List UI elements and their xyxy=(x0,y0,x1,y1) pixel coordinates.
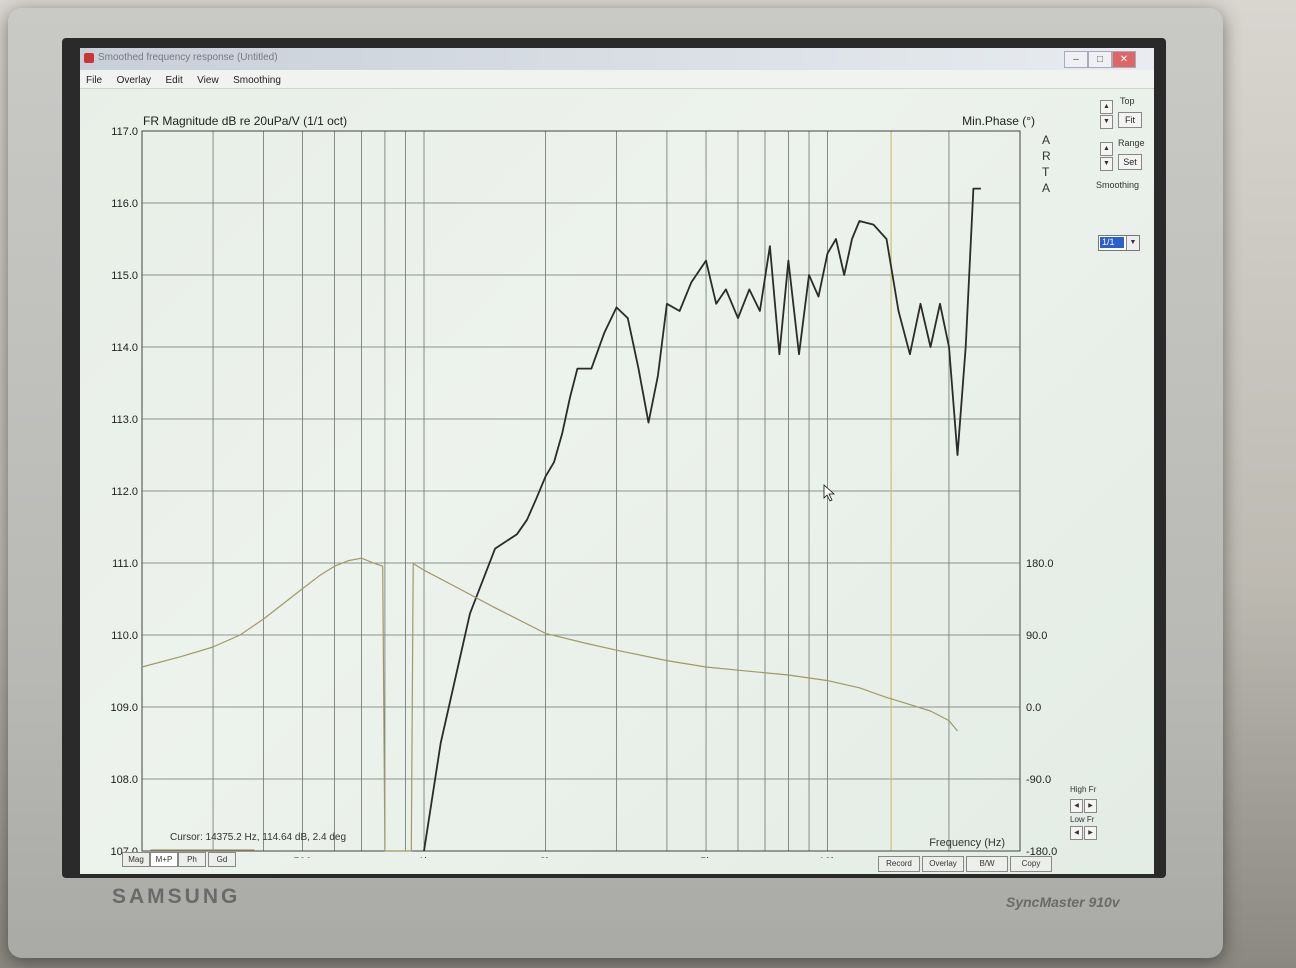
copy-button[interactable]: Copy xyxy=(1010,856,1052,872)
magnitude-series-line xyxy=(423,187,981,852)
phase-tick-label: 0.0 xyxy=(1026,702,1041,714)
tab-gd[interactable]: Gd xyxy=(208,852,236,867)
menu-overlay[interactable]: Overlay xyxy=(111,72,155,86)
mouse-pointer-icon xyxy=(823,484,836,502)
frequency-response-chart[interactable]: 117.0 116.0 115.0 114.0 113.0 112.0 111.0 110.0… xyxy=(80,88,1090,868)
high-fr-label: High Fr xyxy=(1070,785,1097,794)
phase-tick-labels: 180.090.00.0-90.0-180.0 xyxy=(1026,558,1057,858)
cursor-readout: Cursor: 14375.2 Hz, 114.64 dB, 2.4 deg xyxy=(170,832,346,843)
arta-watermark-r: R xyxy=(1042,149,1051,163)
tab-ph[interactable]: Ph xyxy=(178,852,206,867)
low-fr-right-arrow[interactable]: ▶ xyxy=(1084,826,1097,840)
menu-file[interactable]: File xyxy=(80,72,106,86)
menu-smoothing[interactable]: Smoothing xyxy=(227,72,285,86)
bottom-bar: Mag M+P Ph Gd Record Overlay B/W Copy xyxy=(80,848,1154,874)
tab-m-plus-p[interactable]: M+P xyxy=(150,852,178,867)
phase-axis-title: Min.Phase (°) xyxy=(962,114,1035,128)
magnitude-axis-title: FR Magnitude dB re 20uPa/V (1/1 oct) xyxy=(143,114,347,128)
magnitude-tick-label: 116.0 xyxy=(111,198,138,210)
low-fr-left-arrow[interactable]: ◀ xyxy=(1070,826,1083,840)
high-fr-left-arrow[interactable]: ◀ xyxy=(1070,799,1083,813)
monitor-model: SyncMaster 910v xyxy=(1006,894,1120,910)
app-window: Smoothed frequency response (Untitled) –… xyxy=(80,48,1154,874)
phase-series-line xyxy=(141,557,958,852)
menu-edit[interactable]: Edit xyxy=(159,72,186,86)
record-button[interactable]: Record xyxy=(878,856,920,872)
high-fr-right-arrow[interactable]: ▶ xyxy=(1084,799,1097,813)
smoothing-value: 1/1 xyxy=(1100,237,1124,248)
bw-button[interactable]: B/W xyxy=(966,856,1008,872)
magnitude-tick-label: 111.0 xyxy=(112,558,138,570)
series-group xyxy=(141,187,981,852)
menu-bar: File Overlay Edit View Smoothing xyxy=(80,70,1154,89)
magnitude-tick-label: 110.0 xyxy=(111,630,138,642)
set-button[interactable]: Set xyxy=(1118,154,1142,170)
phase-tick-label: 180.0 xyxy=(1026,558,1054,570)
title-bar: Smoothed frequency response (Untitled) –… xyxy=(80,48,1154,71)
phase-tick-label: -90.0 xyxy=(1026,774,1051,786)
arta-watermark-t: T xyxy=(1042,165,1050,179)
magnitude-tick-label: 109.0 xyxy=(110,702,138,714)
magnitude-tick-label: 108.0 xyxy=(110,774,138,786)
chevron-down-icon[interactable]: ▼ xyxy=(1126,236,1139,250)
minimize-button[interactable]: – xyxy=(1064,51,1088,68)
magnitude-tick-label: 117.0 xyxy=(111,126,138,138)
grid xyxy=(142,130,1020,852)
magnitude-tick-label: 113.0 xyxy=(111,414,138,426)
magnitude-tick-labels: 117.0 116.0 115.0 114.0 113.0 112.0 111.0 110.0… xyxy=(110,126,138,858)
range-up-arrow[interactable]: ▲ xyxy=(1100,142,1113,156)
magnitude-tick-label: 112.0 xyxy=(111,486,138,498)
arta-watermark-a2: A xyxy=(1042,181,1050,195)
magnitude-tick-label: 115.0 xyxy=(111,270,138,282)
menu-view[interactable]: View xyxy=(191,72,223,86)
phase-tick-label: 90.0 xyxy=(1026,630,1047,642)
overlay-button[interactable]: Overlay xyxy=(922,856,964,872)
magnitude-tick-label: 114.0 xyxy=(111,342,138,354)
tab-mag[interactable]: Mag xyxy=(122,852,150,867)
control-panel: ▲ ▼ Top Fit ▲ ▼ Range Set Smoothing 1/1 … xyxy=(1070,88,1154,874)
fit-button[interactable]: Fit xyxy=(1118,112,1142,128)
maximize-button[interactable]: □ xyxy=(1088,51,1112,68)
close-button[interactable]: ✕ xyxy=(1112,51,1136,68)
top-down-arrow[interactable]: ▼ xyxy=(1100,115,1113,129)
window-title: Smoothed frequency response (Untitled) xyxy=(98,52,278,63)
top-up-arrow[interactable]: ▲ xyxy=(1100,100,1113,114)
low-fr-label: Low Fr xyxy=(1070,815,1095,824)
app-icon xyxy=(84,53,94,63)
range-down-arrow[interactable]: ▼ xyxy=(1100,157,1113,171)
smoothing-label: Smoothing xyxy=(1096,180,1140,190)
range-label: Range xyxy=(1118,138,1145,148)
top-label: Top xyxy=(1120,96,1135,106)
plot-area[interactable]: 117.0 116.0 115.0 114.0 113.0 112.0 111.0 110.0… xyxy=(80,88,1090,868)
monitor-brand: SAMSUNG xyxy=(112,885,241,908)
arta-watermark-a1: A xyxy=(1042,133,1050,147)
smoothing-select[interactable]: 1/1 ▼ xyxy=(1098,235,1140,251)
